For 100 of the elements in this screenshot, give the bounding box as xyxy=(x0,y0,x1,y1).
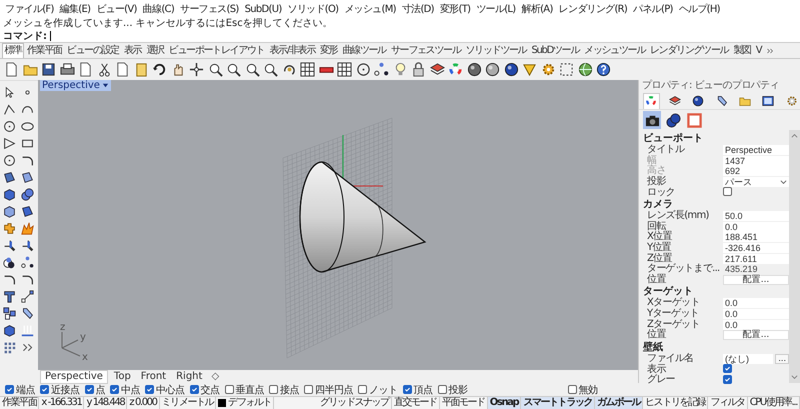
property-field[interactable]: 50.0 xyxy=(723,211,789,222)
menu-item[interactable]: SubD(U) xyxy=(242,4,285,14)
surface-icon[interactable] xyxy=(21,205,34,218)
sphere-icon[interactable] xyxy=(485,62,500,77)
color-wheel-icon[interactable] xyxy=(448,62,463,77)
cylinder-icon[interactable] xyxy=(3,205,16,218)
scissors-icon[interactable] xyxy=(96,62,112,77)
place-button[interactable]: 配置... xyxy=(723,330,789,340)
text-tool-icon[interactable] xyxy=(3,290,16,303)
menu-item[interactable]: ソリッド(O) xyxy=(284,2,342,16)
toolbar-tab[interactable]: ビューの設定 xyxy=(64,43,122,58)
checkbox[interactable] xyxy=(224,385,234,394)
viewport[interactable]: Perspective z y x xyxy=(38,80,638,370)
spheres-icon[interactable] xyxy=(21,188,34,201)
checkbox[interactable] xyxy=(145,385,154,394)
checkbox[interactable] xyxy=(190,385,198,394)
property-field[interactable]: 0.0 xyxy=(723,320,789,330)
split-icon[interactable] xyxy=(3,239,16,252)
toolbar-tab[interactable]: V xyxy=(753,43,764,58)
status-toggle[interactable]: ガムボール xyxy=(595,397,644,409)
menu-item[interactable]: 編集(E) xyxy=(56,2,94,16)
file-name-field[interactable]: (なし) xyxy=(723,354,774,364)
circle-icon[interactable] xyxy=(3,154,16,167)
menu-item[interactable]: ツール(L) xyxy=(473,2,518,16)
pointer-icon[interactable] xyxy=(3,86,16,99)
render-icon[interactable] xyxy=(3,324,16,337)
projection-dropdown[interactable]: パース xyxy=(723,177,789,188)
toolbar-tab[interactable]: 作業平面 xyxy=(24,43,64,58)
status-toggle[interactable]: Osnap xyxy=(488,397,522,409)
chevron-down-icon[interactable] xyxy=(791,374,798,381)
points-icon[interactable] xyxy=(374,62,389,77)
menu-item[interactable]: メッシュ(M) xyxy=(341,2,399,16)
arc-icon[interactable] xyxy=(21,154,34,167)
polyline-icon[interactable] xyxy=(3,103,16,116)
document-icon[interactable] xyxy=(78,62,93,77)
menu-item[interactable]: 変形(T) xyxy=(436,2,474,16)
puzzle-icon[interactable] xyxy=(3,222,16,235)
rotate-icon[interactable] xyxy=(282,62,296,77)
toolbar-tab[interactable]: 曲線ツール xyxy=(340,43,388,58)
viewport-title[interactable]: Perspective xyxy=(40,80,111,91)
checkbox[interactable] xyxy=(568,385,576,394)
split-icon[interactable] xyxy=(21,239,34,252)
viewport-tab[interactable]: Right xyxy=(172,370,206,382)
zoom-icon[interactable] xyxy=(244,62,260,77)
toolbar-tab[interactable]: 製図 xyxy=(730,43,754,58)
box-icon[interactable] xyxy=(3,188,16,201)
new-tab-button[interactable]: ◇ xyxy=(208,371,222,382)
property-field[interactable]: -326.416 xyxy=(723,243,789,254)
checkbox[interactable] xyxy=(304,385,313,394)
menu-item[interactable]: パネル(P) xyxy=(630,2,676,16)
circle-icon[interactable] xyxy=(3,120,16,133)
globe-icon[interactable] xyxy=(578,62,592,77)
chevron-up-icon[interactable] xyxy=(791,132,798,139)
status-toggle[interactable]: フィルタ xyxy=(708,397,748,409)
property-field[interactable]: 0.0 xyxy=(723,298,789,308)
triangle-icon[interactable] xyxy=(3,137,16,150)
checkbox[interactable] xyxy=(723,364,732,374)
property-field[interactable]: 188.451 xyxy=(723,232,789,242)
place-button[interactable]: 配置... xyxy=(723,274,789,285)
save-icon[interactable] xyxy=(41,62,56,77)
surface-icon[interactable] xyxy=(3,171,16,184)
chevrons-icon[interactable] xyxy=(21,341,34,354)
toolbar-tab[interactable]: 変形 xyxy=(318,43,340,58)
overflow-chevrons-icon[interactable] xyxy=(766,47,774,55)
toolbar-tab[interactable]: メッシュツール xyxy=(582,43,648,58)
toolbar-tab[interactable]: ソリッドツール xyxy=(463,43,529,58)
status-toggle[interactable]: 直交モード xyxy=(392,397,440,409)
checkbox[interactable] xyxy=(40,385,49,394)
toolbar-tab[interactable]: 表示 xyxy=(121,43,144,58)
checkbox[interactable] xyxy=(5,385,14,394)
checkbox[interactable] xyxy=(84,385,94,394)
scrollbar[interactable] xyxy=(789,130,800,383)
checkbox[interactable] xyxy=(402,385,412,394)
menu-item[interactable]: ファイル(F) xyxy=(2,2,57,16)
lines-icon[interactable] xyxy=(21,324,34,337)
toolbar-tab[interactable]: ビューポートレイアウト xyxy=(166,43,267,58)
menu-item[interactable]: 解析(A) xyxy=(518,2,556,16)
checkbox[interactable] xyxy=(358,385,367,394)
toolbar-tab[interactable]: SubDツール xyxy=(528,43,582,58)
status-toggle[interactable]: ヒストリを記録 xyxy=(643,397,708,409)
checkbox[interactable] xyxy=(438,385,446,394)
toolbar-tab[interactable]: レンダリングツール xyxy=(648,43,731,58)
funnel-icon[interactable] xyxy=(522,62,537,77)
zoom-icon[interactable] xyxy=(263,62,278,77)
rectangle-icon[interactable] xyxy=(21,137,34,150)
new-document-icon[interactable] xyxy=(4,62,19,77)
property-field[interactable]: 217.611 xyxy=(723,254,789,264)
arc-icon[interactable] xyxy=(21,273,34,286)
viewport-tab[interactable]: Front xyxy=(136,370,170,382)
circles-icon[interactable] xyxy=(3,256,16,269)
undo-icon[interactable] xyxy=(152,62,167,77)
copy-icon[interactable] xyxy=(115,62,130,77)
layer-selector[interactable]: デフォルト xyxy=(216,397,274,409)
viewport-tab[interactable]: Top xyxy=(110,370,135,382)
grid-dots-icon[interactable] xyxy=(3,341,16,354)
selection-frame-icon[interactable] xyxy=(559,62,574,77)
menu-item[interactable]: 曲線(C) xyxy=(140,2,178,16)
menu-item[interactable]: ビュー(V) xyxy=(93,2,140,16)
checkbox[interactable] xyxy=(723,374,732,384)
circle-icon[interactable] xyxy=(356,62,370,77)
